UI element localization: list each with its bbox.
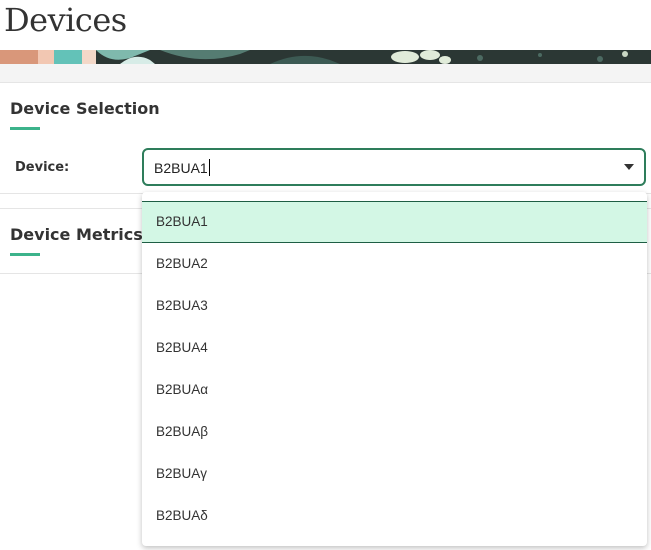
banner-illustration [0,50,651,64]
chevron-down-icon[interactable] [624,164,634,170]
header-banner-image [0,50,651,64]
device-select-value[interactable]: B2BUA1 [154,159,210,176]
page-title: Devices [4,1,127,39]
device-metrics-underline [10,253,40,256]
dropdown-option[interactable]: B2BUAβ [142,411,647,453]
device-label: Device: [15,160,70,175]
dropdown-option[interactable]: B2BUAα [142,369,647,411]
banner-spacer [0,64,651,82]
dropdown-option[interactable]: B2BUAγ [142,453,647,495]
dropdown-option[interactable]: B2BUA4 [142,327,647,369]
dropdown-option[interactable]: B2BUA3 [142,285,647,327]
device-selection-underline [10,127,40,130]
text-cursor [208,159,210,176]
dropdown-option[interactable]: B2BUAδ [142,495,647,537]
dropdown-option[interactable]: B2BUA2 [142,243,647,285]
device-selection-title: Device Selection [10,99,160,118]
device-metrics-title: Device Metrics [10,225,143,244]
device-select[interactable]: B2BUA1 [142,148,646,186]
device-dropdown-menu: B2BUA1 B2BUA2 B2BUA3 B2BUA4 B2BUAα B2BUA… [142,192,647,546]
dropdown-option[interactable]: B2BUA1 [142,201,647,243]
